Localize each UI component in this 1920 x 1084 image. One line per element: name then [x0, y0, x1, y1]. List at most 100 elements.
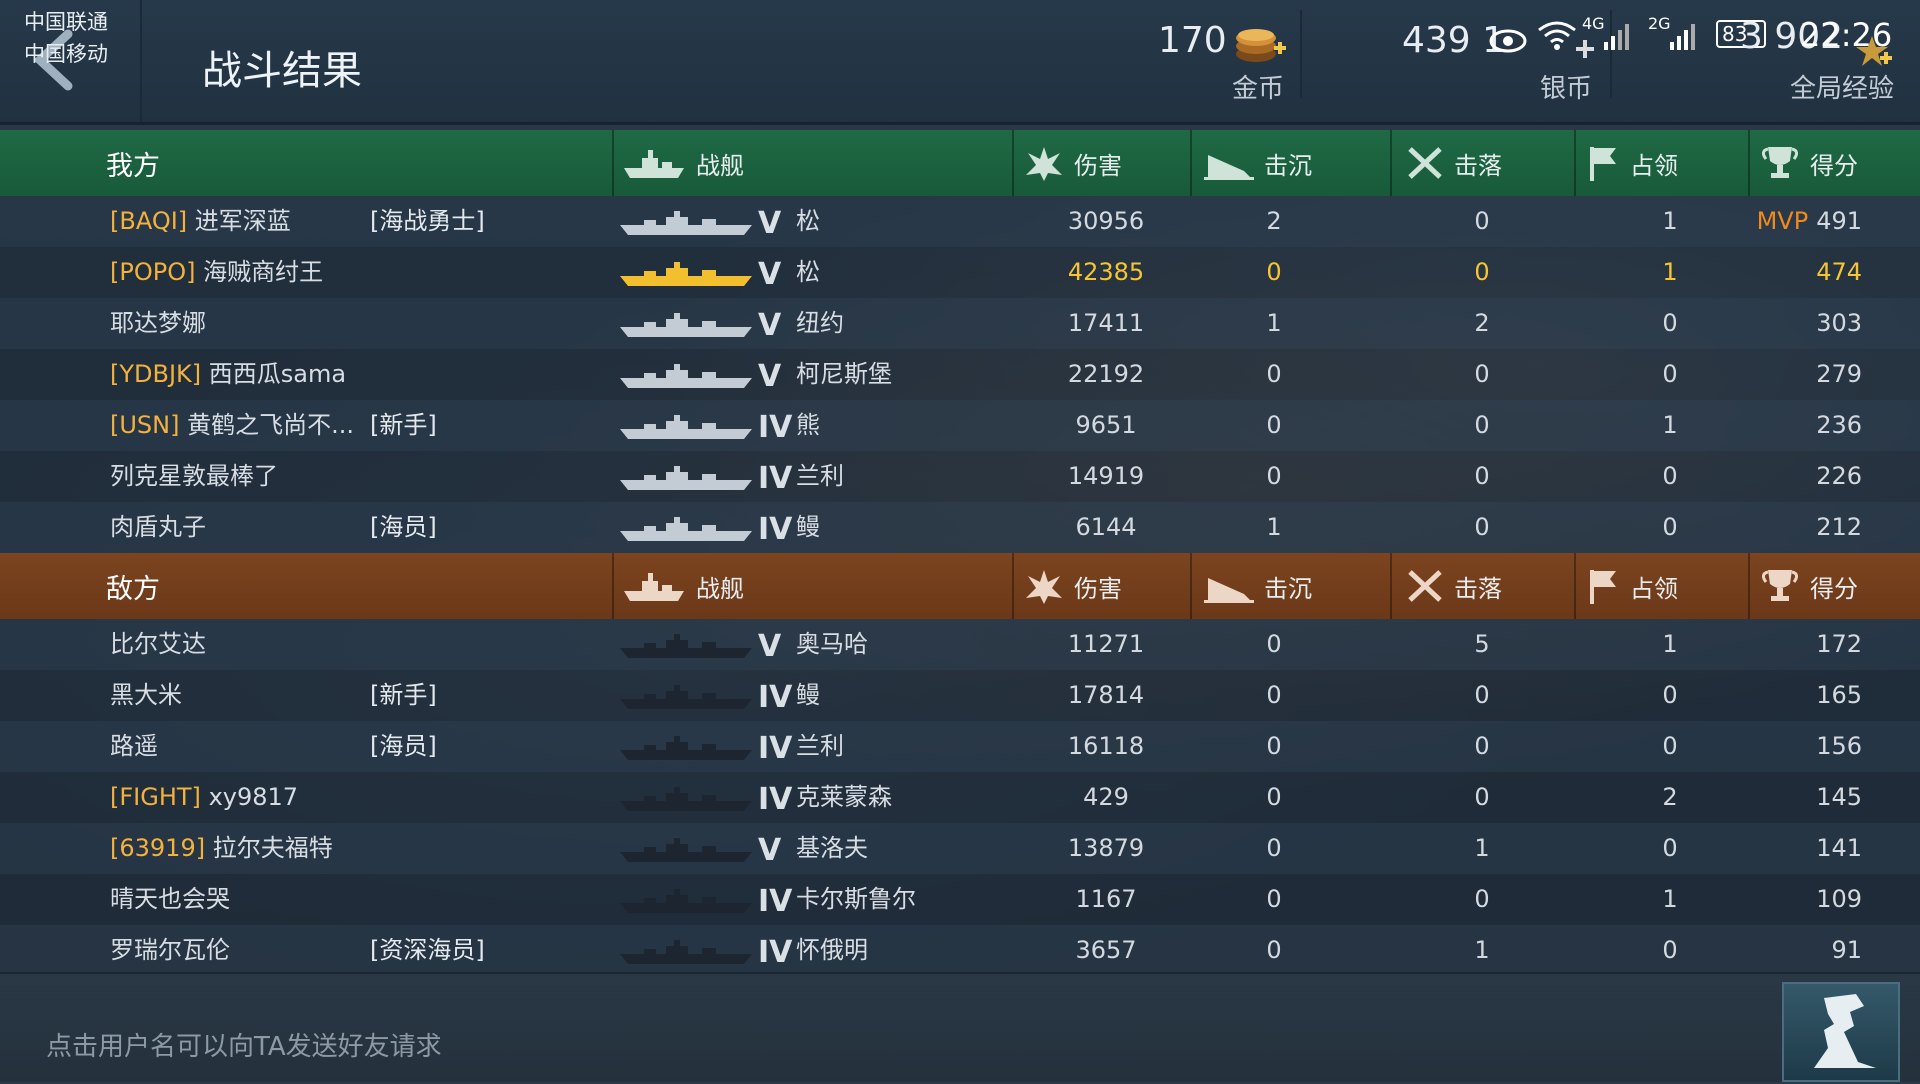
ship-silhouette-icon — [620, 736, 752, 760]
network-type-2: 2G — [1648, 14, 1671, 33]
clan-tag: [BAQI] — [110, 207, 188, 235]
player-name-link[interactable]: [YDBJK] 西西瓜sama — [110, 349, 346, 400]
player-name-link[interactable]: [63919] 拉尔夫福特 — [110, 823, 333, 874]
score-value: 109 — [1816, 885, 1862, 913]
player-name-link[interactable]: 黑大米 — [110, 670, 182, 721]
player-name-link[interactable]: 耶达梦娜 — [110, 298, 206, 349]
player-row: 列克星敦最棒了 IV 兰利 14919 0 0 0 226 — [0, 451, 1920, 502]
player-name-link[interactable]: [USN] 黄鹤之飞尚不... — [110, 400, 354, 451]
column-capture-label: 占领 — [1630, 151, 1678, 180]
ship-silhouette-icon — [620, 364, 752, 388]
capture-value: 2 — [1662, 783, 1678, 811]
player-name-link[interactable]: 列克星敦最棒了 — [110, 451, 278, 502]
score-value: 236 — [1816, 411, 1862, 439]
player-name-link[interactable]: [POPO] 海贼商纣王 — [110, 247, 323, 298]
player-row: [USN] 黄鹤之飞尚不... [新手] IV 熊 9651 0 0 1 236 — [0, 400, 1920, 451]
player-name: 耶达梦娜 — [110, 309, 206, 337]
score-cell: 141 — [1740, 823, 1862, 874]
downed-value: 1 — [1474, 936, 1490, 964]
score-cell: 91 — [1740, 925, 1862, 976]
damage-value: 9651 — [1075, 411, 1137, 439]
player-row: [POPO] 海贼商纣王 V 松 42385 0 0 1 474 — [0, 247, 1920, 298]
player-name: 晴天也会哭 — [110, 885, 230, 913]
column-downed: 击落 — [1406, 553, 1502, 619]
exp-label: 全局经验 — [1790, 74, 1895, 104]
signal-icon — [1670, 24, 1695, 50]
commander-button[interactable] — [1782, 982, 1900, 1082]
column-sunk: 击沉 — [1204, 553, 1312, 619]
player-name-link[interactable]: [FIGHT] xy9817 — [110, 772, 298, 823]
downed-value: 0 — [1474, 258, 1490, 286]
ship-name: 熊 — [796, 411, 820, 439]
capture-value: 0 — [1662, 834, 1678, 862]
column-sunk-label: 击沉 — [1264, 574, 1312, 603]
capture-value: 0 — [1662, 513, 1678, 541]
divider — [1748, 130, 1750, 196]
ship-silhouette-icon — [620, 262, 752, 286]
capture-value: 0 — [1662, 462, 1678, 490]
downed-value: 0 — [1474, 732, 1490, 760]
player-row: 晴天也会哭 IV 卡尔斯鲁尔 1167 0 0 1 109 — [0, 874, 1920, 925]
explosion-icon — [1026, 147, 1062, 181]
score-value: 303 — [1816, 309, 1862, 337]
player-title-badge: [海战勇士] — [370, 207, 485, 235]
player-name-link[interactable]: 罗瑞尔瓦伦 — [110, 925, 230, 976]
score-value: 156 — [1816, 732, 1862, 760]
ally-rows: [BAQI] 进军深蓝 [海战勇士] V 松 30956 2 0 1 MVP 491 [POPO] … — [0, 196, 1920, 553]
ship-tier: V — [758, 359, 782, 394]
ship-name: 鳗 — [796, 681, 820, 709]
gold-coins-icon[interactable] — [1234, 24, 1288, 68]
score-cell: 474 — [1740, 247, 1862, 298]
capture-value: 1 — [1662, 207, 1678, 235]
divider — [1574, 130, 1576, 196]
ship-silhouette-icon — [620, 889, 752, 913]
ship-tier: IV — [758, 512, 793, 547]
player-name: 路遥 — [110, 732, 158, 760]
capture-value: 1 — [1662, 411, 1678, 439]
column-sunk-label: 击沉 — [1264, 151, 1312, 180]
score-value: 474 — [1816, 258, 1862, 286]
player-name-link[interactable]: [BAQI] 进军深蓝 — [110, 196, 291, 247]
ship-silhouette-icon — [620, 940, 752, 964]
sunk-value: 0 — [1266, 834, 1282, 862]
clan-tag: [FIGHT] — [110, 783, 201, 811]
player-name: 列克星敦最棒了 — [110, 462, 278, 490]
score-cell: 226 — [1740, 451, 1862, 502]
player-name: 拉尔夫福特 — [212, 834, 333, 862]
capture-value: 0 — [1662, 681, 1678, 709]
score-cell: 279 — [1740, 349, 1862, 400]
column-downed-label: 击落 — [1454, 151, 1502, 180]
column-damage-label: 伤害 — [1074, 574, 1122, 603]
enemy-rows: 比尔艾达 V 奥马哈 11271 0 5 1 172 黑大米 [新手] IV 鳗 17814 0 0 0 165… — [0, 619, 1920, 976]
player-name-link[interactable]: 晴天也会哭 — [110, 874, 230, 925]
player-name-link[interactable]: 路遥 — [110, 721, 158, 772]
score-cell: MVP 491 — [1740, 196, 1862, 247]
column-score-label: 得分 — [1810, 574, 1858, 603]
divider — [1190, 553, 1192, 619]
downed-value: 0 — [1474, 513, 1490, 541]
score-value: 279 — [1816, 360, 1862, 388]
column-damage: 伤害 — [1024, 553, 1122, 619]
player-row: 路遥 [海员] IV 兰利 16118 0 0 0 156 — [0, 721, 1920, 772]
downed-value: 0 — [1474, 681, 1490, 709]
score-value: 491 — [1816, 207, 1862, 235]
score-value: 165 — [1816, 681, 1862, 709]
downed-value: 1 — [1474, 834, 1490, 862]
silver-plus-icon[interactable] — [1576, 40, 1594, 58]
page-title: 战斗结果 — [202, 48, 362, 94]
player-name-link[interactable]: 比尔艾达 — [110, 619, 206, 670]
star-plus-icon[interactable] — [1854, 34, 1894, 68]
ship-silhouette-icon — [620, 634, 752, 658]
column-score-label: 得分 — [1810, 151, 1858, 180]
player-name: 海贼商纣王 — [203, 258, 324, 286]
capture-value: 1 — [1662, 630, 1678, 658]
clan-tag: [USN] — [110, 411, 180, 439]
divider — [1390, 553, 1392, 619]
column-downed-label: 击落 — [1454, 574, 1502, 603]
column-ship-label: 战舰 — [696, 574, 744, 603]
network-type-1: 4G — [1582, 14, 1605, 33]
damage-value: 16118 — [1067, 732, 1145, 760]
damage-value: 13879 — [1067, 834, 1145, 862]
ship-silhouette-icon — [620, 838, 752, 862]
player-name-link[interactable]: 肉盾丸子 — [110, 502, 206, 553]
